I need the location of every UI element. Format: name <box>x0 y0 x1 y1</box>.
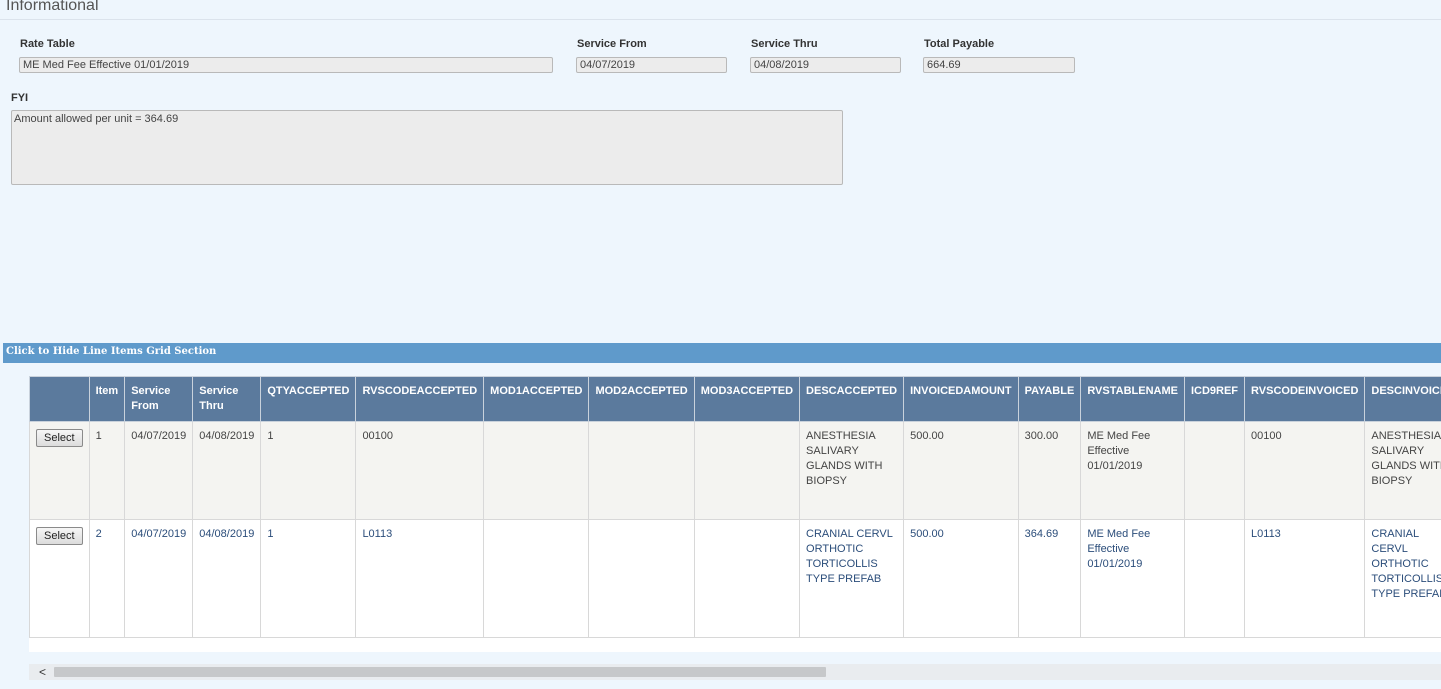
fyi-label: FYI <box>11 92 29 104</box>
table-cell: 500.00 <box>903 421 1019 520</box>
informational-panel: Informational Rate Table ME Med Fee Effe… <box>0 0 1441 689</box>
table-cell <box>483 421 590 520</box>
scroll-left-arrow-icon[interactable]: < <box>39 664 46 680</box>
table-cell: CRANIAL CERVL ORTHOTIC TORTICOLLIS TYPE … <box>1364 519 1441 638</box>
table-cell: Select <box>29 421 90 520</box>
table-cell: 1 <box>260 421 357 520</box>
table-cell: 2 <box>88 519 126 638</box>
toggle-line-items-grid[interactable]: Click to Hide Line Items Grid Section <box>3 343 1441 363</box>
table-cell: CRANIAL CERVL ORTHOTIC TORTICOLLIS TYPE … <box>799 519 905 638</box>
table-cell: 04/07/2019 <box>124 421 194 520</box>
grid-header-row: Item Service From Service Thru QTYACCEPTED R… <box>29 376 1441 422</box>
column-header[interactable]: Service From <box>124 376 194 422</box>
section-title: Informational <box>6 0 99 14</box>
table-cell: L0113 <box>355 519 485 638</box>
select-row-button[interactable]: Select <box>36 527 83 545</box>
fyi-textarea[interactable]: Amount allowed per unit = 364.69 <box>11 110 843 185</box>
table-cell <box>588 519 695 638</box>
column-header[interactable]: MOD1ACCEPTED <box>483 376 590 422</box>
table-row: Select 1 04/07/2019 04/08/2019 1 00100 ANESTHE… <box>29 421 1441 520</box>
title-divider <box>0 19 1441 20</box>
service-from-label: Service From <box>577 38 647 50</box>
table-cell <box>693 519 801 638</box>
table-cell: 500.00 <box>903 519 1019 638</box>
line-items-table: Item Service From Service Thru QTYACCEPTED R… <box>29 376 1441 638</box>
table-cell: Select <box>29 519 90 638</box>
select-row-button[interactable]: Select <box>36 429 83 447</box>
table-cell: 1 <box>260 519 357 638</box>
table-cell: ANESTHESIA SALIVARY GLANDS WITH BIOPSY <box>799 421 905 520</box>
column-header[interactable]: RVSTABLENAME <box>1080 376 1185 422</box>
service-from-field[interactable]: 04/07/2019 <box>576 57 727 73</box>
column-header[interactable]: Service Thru <box>192 376 262 422</box>
table-cell: ME Med Fee Effective 01/01/2019 <box>1080 421 1185 520</box>
column-header[interactable]: INVOICEDAMOUNT <box>903 376 1019 422</box>
service-thru-field[interactable]: 04/08/2019 <box>750 57 901 73</box>
rate-table-label: Rate Table <box>20 38 75 50</box>
column-header[interactable] <box>29 376 90 422</box>
table-cell <box>1183 421 1246 520</box>
table-row: Select 2 04/07/2019 04/08/2019 1 L0113 CRANIAL… <box>29 519 1441 638</box>
table-cell <box>693 421 801 520</box>
table-cell: L0113 <box>1244 519 1366 638</box>
table-cell: 00100 <box>1244 421 1366 520</box>
column-header[interactable]: MOD2ACCEPTED <box>588 376 695 422</box>
total-payable-field[interactable]: 664.69 <box>923 57 1075 73</box>
table-cell <box>588 421 695 520</box>
table-cell <box>1183 519 1246 638</box>
scroll-thumb[interactable] <box>54 667 826 677</box>
line-items-grid: Item Service From Service Thru QTYACCEPTED R… <box>29 376 1441 652</box>
column-header[interactable]: ICD9REF <box>1183 376 1246 422</box>
table-cell: 00100 <box>355 421 485 520</box>
table-cell: 04/08/2019 <box>192 421 262 520</box>
table-cell: ANESTHESIA SALIVARY GLANDS WITH BIOPSY <box>1364 421 1441 520</box>
table-cell: 364.69 <box>1017 519 1082 638</box>
horizontal-scrollbar[interactable]: < <box>29 664 1441 680</box>
column-header[interactable]: QTYACCEPTED <box>260 376 357 422</box>
total-payable-label: Total Payable <box>924 38 995 50</box>
column-header[interactable]: DESCINVOICED <box>1364 376 1441 422</box>
table-cell: ME Med Fee Effective 01/01/2019 <box>1080 519 1185 638</box>
table-cell: 300.00 <box>1017 421 1082 520</box>
table-cell: 1 <box>88 421 126 520</box>
column-header[interactable]: RVSCODEACCEPTED <box>355 376 485 422</box>
rate-table-field[interactable]: ME Med Fee Effective 01/01/2019 <box>19 57 553 73</box>
column-header[interactable]: RVSCODEINVOICED <box>1244 376 1366 422</box>
column-header[interactable]: MOD3ACCEPTED <box>693 376 801 422</box>
column-header[interactable]: Item <box>88 376 126 422</box>
table-cell: 04/08/2019 <box>192 519 262 638</box>
service-thru-label: Service Thru <box>751 38 818 50</box>
table-cell <box>483 519 590 638</box>
column-header[interactable]: DESCACCEPTED <box>799 376 905 422</box>
table-cell: 04/07/2019 <box>124 519 194 638</box>
column-header[interactable]: PAYABLE <box>1017 376 1082 422</box>
